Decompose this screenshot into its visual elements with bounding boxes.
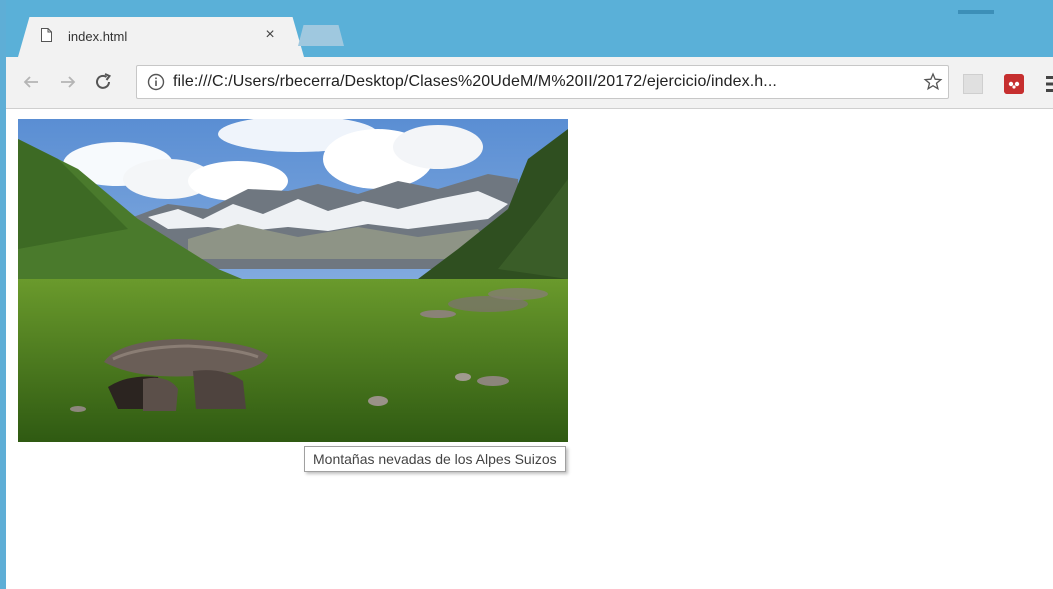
forward-arrow-icon[interactable] (57, 71, 79, 93)
reload-icon[interactable] (92, 71, 114, 93)
image-tooltip: Montañas nevadas de los Alpes Suizos (304, 446, 566, 472)
document-icon (41, 28, 52, 42)
new-tab-button[interactable] (298, 25, 344, 46)
tab-title: index.html (68, 29, 128, 44)
info-icon[interactable] (147, 73, 165, 91)
browser-window: index.html × file:///C:/Users/rbecerra/D… (0, 0, 1053, 589)
tab-bar: index.html × (6, 0, 1053, 57)
browser-toolbar: file:///C:/Users/rbecerra/Desktop/Clases… (6, 57, 1053, 109)
url-text[interactable]: file:///C:/Users/rbecerra/Desktop/Clases… (173, 73, 777, 91)
pdf-extension-icon[interactable] (963, 74, 983, 94)
page-content: Montañas nevadas de los Alpes Suizos (6, 109, 1053, 589)
menu-icon[interactable] (1046, 74, 1053, 94)
star-icon[interactable] (923, 72, 943, 92)
minimize-icon[interactable] (958, 10, 994, 14)
back-arrow-icon[interactable] (20, 71, 42, 93)
mendeley-extension-icon[interactable] (1004, 74, 1024, 94)
close-tab-icon[interactable]: × (260, 25, 280, 45)
tab-content[interactable]: index.html × (28, 17, 290, 57)
address-bar[interactable]: file:///C:/Users/rbecerra/Desktop/Clases… (136, 65, 949, 99)
mountain-photo[interactable] (18, 119, 568, 442)
